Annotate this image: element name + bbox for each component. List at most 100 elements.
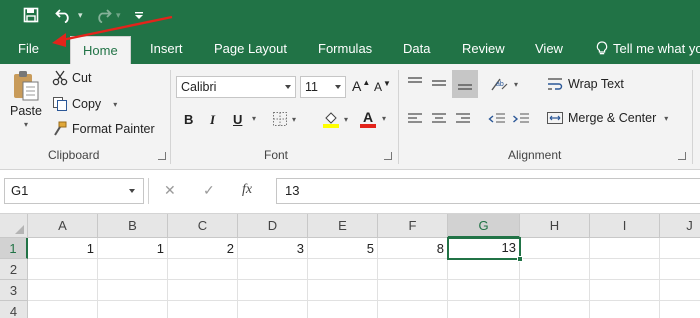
- font-family-select[interactable]: Calibri: [176, 76, 296, 98]
- cell-empty[interactable]: [378, 301, 448, 318]
- borders-dropdown-icon[interactable]: ▾: [292, 115, 296, 124]
- paste-button[interactable]: Paste ▾: [6, 70, 46, 129]
- save-icon[interactable]: [20, 4, 42, 26]
- cell-empty[interactable]: [98, 259, 168, 280]
- column-header[interactable]: F: [378, 214, 448, 238]
- top-align-button[interactable]: [406, 76, 424, 90]
- tab-insert[interactable]: Insert: [150, 32, 183, 64]
- cell-d1[interactable]: 3: [238, 238, 308, 259]
- cell-empty[interactable]: [308, 280, 378, 301]
- tab-file[interactable]: File: [18, 32, 39, 64]
- fill-color-dropdown-icon[interactable]: ▾: [344, 115, 348, 124]
- cell-empty[interactable]: [308, 259, 378, 280]
- cell-a1[interactable]: 1: [28, 238, 98, 259]
- cell-g1-active[interactable]: 13: [447, 237, 521, 260]
- merge-center-button[interactable]: Merge & Center ▾: [546, 110, 668, 126]
- redo-icon[interactable]: [92, 4, 114, 26]
- font-color-dropdown-icon[interactable]: ▾: [382, 114, 386, 123]
- fill-color-button[interactable]: ▾: [322, 110, 348, 128]
- bottom-align-button[interactable]: [452, 70, 478, 98]
- wrap-text-button[interactable]: Wrap Text: [546, 76, 624, 92]
- column-header[interactable]: A: [28, 214, 98, 238]
- row-header[interactable]: 3: [0, 280, 28, 301]
- cell-empty[interactable]: [168, 280, 238, 301]
- cut-button[interactable]: Cut: [52, 70, 91, 86]
- cell-empty[interactable]: [378, 280, 448, 301]
- enter-check-icon[interactable]: ✓: [203, 182, 215, 199]
- tab-review[interactable]: Review: [462, 32, 505, 64]
- column-header[interactable]: C: [168, 214, 238, 238]
- cell-empty[interactable]: [520, 280, 590, 301]
- merge-dropdown-icon[interactable]: ▾: [664, 114, 668, 123]
- underline-button[interactable]: U: [233, 112, 242, 127]
- redo-dropdown-icon[interactable]: ▾: [116, 10, 121, 21]
- font-launcher-icon[interactable]: [384, 152, 392, 160]
- cell-j1[interactable]: [660, 238, 700, 259]
- cell-empty[interactable]: [590, 280, 660, 301]
- align-center-button[interactable]: [430, 112, 448, 126]
- cell-empty[interactable]: [590, 259, 660, 280]
- row-header-selected[interactable]: 1: [0, 238, 28, 259]
- underline-dropdown-icon[interactable]: ▾: [252, 114, 256, 123]
- tell-me-box[interactable]: Tell me what yo: [596, 32, 700, 64]
- cell-empty[interactable]: [238, 280, 308, 301]
- column-header[interactable]: B: [98, 214, 168, 238]
- copy-button[interactable]: Copy ▾: [52, 96, 117, 112]
- italic-button[interactable]: I: [210, 112, 215, 128]
- decrease-indent-button[interactable]: [488, 112, 506, 126]
- borders-button[interactable]: ▾: [272, 111, 296, 127]
- cell-empty[interactable]: [98, 280, 168, 301]
- cell-empty[interactable]: [238, 301, 308, 318]
- row-header[interactable]: 2: [0, 259, 28, 280]
- cell-i1[interactable]: [590, 238, 660, 259]
- cell-empty[interactable]: [238, 259, 308, 280]
- undo-icon[interactable]: [52, 4, 76, 26]
- cell-h1[interactable]: [520, 238, 590, 259]
- cell-empty[interactable]: [308, 301, 378, 318]
- cell-empty[interactable]: [28, 280, 98, 301]
- orientation-dropdown-icon[interactable]: ▾: [514, 80, 518, 89]
- increase-indent-button[interactable]: [512, 112, 530, 126]
- select-all-button[interactable]: [0, 214, 28, 238]
- clipboard-launcher-icon[interactable]: [158, 152, 166, 160]
- orientation-button[interactable]: ab ▾: [490, 76, 518, 92]
- middle-align-button[interactable]: [430, 76, 448, 90]
- cell-empty[interactable]: [168, 301, 238, 318]
- tab-home[interactable]: Home: [70, 36, 131, 64]
- cell-empty[interactable]: [660, 259, 700, 280]
- tab-page-layout[interactable]: Page Layout: [214, 32, 287, 64]
- undo-dropdown-icon[interactable]: ▾: [78, 10, 83, 21]
- cell-c1[interactable]: 2: [168, 238, 238, 259]
- cell-empty[interactable]: [28, 301, 98, 318]
- copy-dropdown-icon[interactable]: ▾: [113, 100, 117, 109]
- cell-empty[interactable]: [448, 280, 520, 301]
- font-color-button[interactable]: A: [360, 110, 376, 128]
- cell-empty[interactable]: [448, 301, 520, 318]
- column-header-selected[interactable]: G: [448, 214, 520, 238]
- column-header[interactable]: E: [308, 214, 378, 238]
- formula-input[interactable]: 13: [276, 178, 700, 204]
- cell-empty[interactable]: [520, 301, 590, 318]
- align-right-button[interactable]: [454, 112, 472, 126]
- increase-font-size-button[interactable]: A ▲: [352, 78, 370, 95]
- name-box[interactable]: G1: [4, 178, 144, 204]
- cell-empty[interactable]: [660, 280, 700, 301]
- customize-icon[interactable]: [132, 4, 146, 26]
- insert-function-icon[interactable]: fx: [242, 182, 252, 198]
- paste-dropdown-icon[interactable]: ▾: [24, 120, 28, 129]
- cell-empty[interactable]: [448, 259, 520, 280]
- tab-data[interactable]: Data: [403, 32, 430, 64]
- column-header[interactable]: J: [660, 214, 700, 238]
- cell-empty[interactable]: [98, 301, 168, 318]
- column-header[interactable]: I: [590, 214, 660, 238]
- chevron-down-icon[interactable]: [129, 189, 135, 193]
- cell-empty[interactable]: [660, 301, 700, 318]
- fill-handle[interactable]: [517, 256, 523, 262]
- cell-b1[interactable]: 1: [98, 238, 168, 259]
- cell-empty[interactable]: [520, 259, 590, 280]
- tab-formulas[interactable]: Formulas: [318, 32, 372, 64]
- cell-e1[interactable]: 5: [308, 238, 378, 259]
- cell-empty[interactable]: [590, 301, 660, 318]
- column-header[interactable]: D: [238, 214, 308, 238]
- cell-empty[interactable]: [168, 259, 238, 280]
